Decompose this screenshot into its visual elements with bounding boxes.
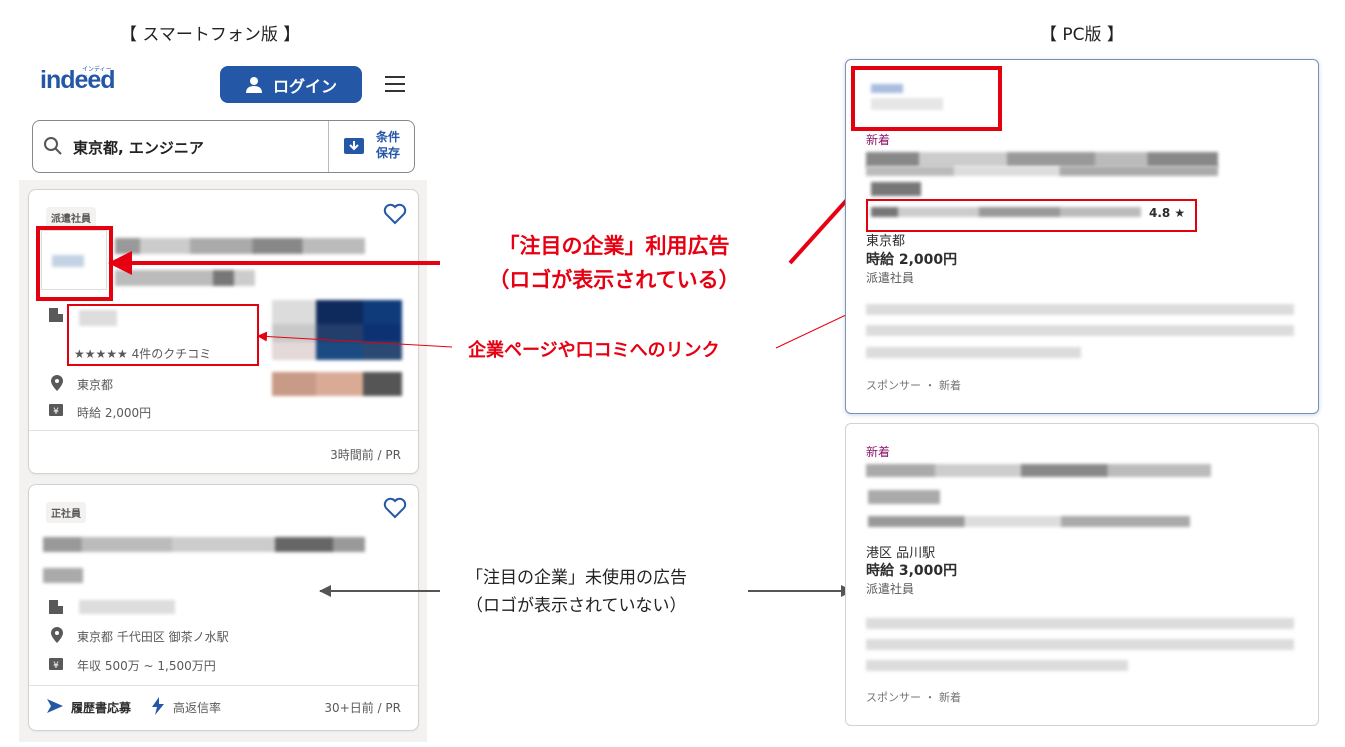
job-snippet-blurred-3	[866, 347, 1081, 358]
job-snippet-blurred-2	[866, 639, 1294, 650]
link-highlight-box	[866, 199, 1197, 232]
logo-highlight-box	[851, 66, 1002, 131]
job-salary: 時給 3,000円	[866, 563, 958, 579]
job-snippet-blurred-2	[866, 325, 1294, 336]
job-title-blurred	[866, 464, 1211, 477]
new-label: 新着	[866, 445, 891, 459]
card-footer: スポンサー ・ 新着	[866, 379, 961, 392]
job-snippet-blurred	[866, 304, 1294, 315]
job-type: 派遣社員	[866, 271, 915, 285]
job-title-blurred	[866, 152, 1218, 167]
card-footer: スポンサー ・ 新着	[866, 691, 961, 704]
job-title-blurred-3	[871, 182, 921, 196]
job-type: 派遣社員	[866, 582, 915, 596]
job-salary: 時給 2,000円	[866, 252, 958, 268]
pc-job-card-standard[interactable]: 新着 港区 品川駅 時給 3,000円 派遣社員 スポンサー ・ 新着	[845, 423, 1319, 726]
pc-job-card-featured[interactable]: 新着 4.8 ★ 東京都 時給 2,000円 派遣社員 スポンサー ・ 新着	[845, 59, 1319, 414]
job-location: 港区 品川駅	[866, 546, 936, 561]
job-title-blurred-2	[866, 166, 1218, 176]
job-snippet-blurred	[866, 618, 1294, 629]
company-name-blurred	[868, 516, 1190, 527]
pc-section-title: 【 PC版 】	[1040, 25, 1124, 45]
job-location: 東京都	[866, 234, 906, 249]
new-label: 新着	[866, 133, 891, 147]
job-title-blurred-2	[868, 490, 940, 504]
arrow-to-mobile-rating	[257, 331, 453, 348]
job-snippet-blurred-3	[866, 660, 1128, 671]
